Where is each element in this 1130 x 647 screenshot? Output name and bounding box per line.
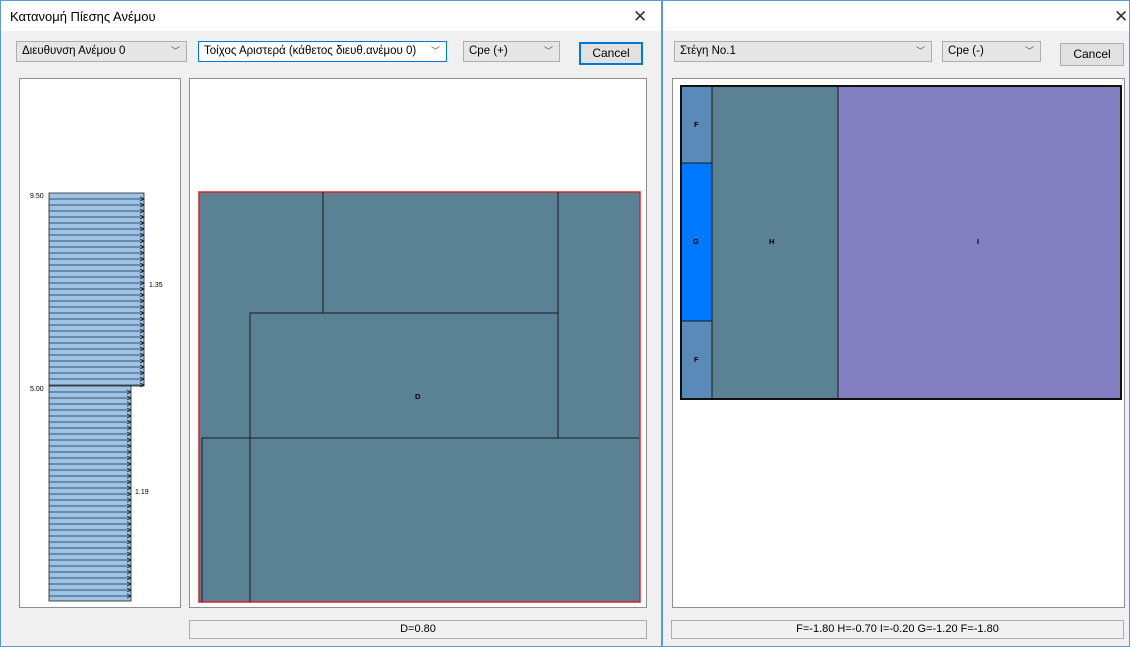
left-status-bar: D=0.80 [189, 620, 647, 639]
roof-zone-h [711, 85, 839, 400]
wind-direction-value: Διευθυνση Ανέμου 0 [22, 45, 126, 57]
cpe-positive-value: Cpe (+) [469, 45, 508, 57]
lower-pressure-label: 1.19 [135, 489, 149, 496]
chevron-down-icon: ﹀ [170, 46, 180, 56]
chevron-down-icon: ﹀ [1024, 46, 1034, 56]
roof-zone-f-bottom-label: F [694, 355, 699, 364]
left-close-icon[interactable]: ✕ [633, 8, 647, 25]
cpe-negative-value: Cpe (-) [948, 45, 984, 57]
wall-select[interactable]: Τοίχος Αριστερά (κάθετος διευθ.ανέμου 0)… [198, 41, 447, 62]
right-status-bar: F=-1.80 H=-0.70 I=-0.20 G=-1.20 F=-1.80 [671, 620, 1124, 639]
chevron-down-icon: ﹀ [430, 46, 440, 56]
left-cancel-button[interactable]: Cancel [579, 42, 643, 65]
wind-direction-select[interactable]: Διευθυνση Ανέμου 0 ﹀ [16, 41, 187, 62]
roof-zones-drawing [680, 85, 1122, 400]
roof-zone-i [837, 85, 1122, 400]
lower-pressure-block [48, 385, 132, 602]
left-window: Κατανομή Πίεσης Ανέμου ✕ Διευθυνση Ανέμο… [0, 0, 662, 647]
wall-zones-panel: D [189, 78, 647, 608]
roof-zone-h-label: H [769, 237, 775, 246]
wall-zones-drawing [198, 191, 641, 603]
roof-zone-i-label: I [977, 237, 980, 246]
chevron-down-icon: ﹀ [543, 46, 553, 56]
roof-zone-g-label: G [693, 237, 699, 246]
left-window-title: Κατανομή Πίεσης Ανέμου [10, 9, 156, 24]
right-close-icon[interactable]: ✕ [1114, 8, 1128, 25]
left-title-bar: Κατανομή Πίεσης Ανέμου ✕ [1, 1, 661, 31]
roof-zone-f-top-label: F [694, 120, 699, 129]
mid-height-label: 5.00 [30, 386, 44, 393]
right-cancel-button[interactable]: Cancel [1060, 43, 1124, 66]
cpe-negative-select[interactable]: Cpe (-) ﹀ [942, 41, 1041, 62]
upper-pressure-label: 1.35 [149, 282, 163, 289]
upper-pressure-block [48, 192, 145, 388]
roof-select-value: Στέγη No.1 [680, 45, 736, 57]
right-window: ✕ Στέγη No.1 ﹀ Cpe (-) ﹀ Cancel F G F H … [662, 0, 1130, 647]
cpe-positive-select[interactable]: Cpe (+) ﹀ [463, 41, 560, 62]
wall-select-value: Τοίχος Αριστερά (κάθετος διευθ.ανέμου 0) [204, 45, 417, 57]
chevron-down-icon: ﹀ [915, 46, 925, 56]
roof-select[interactable]: Στέγη No.1 ﹀ [674, 41, 932, 62]
pressure-profile-panel: 9.50 5.00 1.35 1.19 [19, 78, 181, 608]
right-title-bar: ✕ [663, 1, 1129, 31]
top-height-label: 9.50 [30, 193, 44, 200]
roof-zones-panel: F G F H I [672, 78, 1125, 608]
wall-zone-d-label: D [415, 392, 421, 401]
pressure-profile-graph [48, 192, 145, 602]
